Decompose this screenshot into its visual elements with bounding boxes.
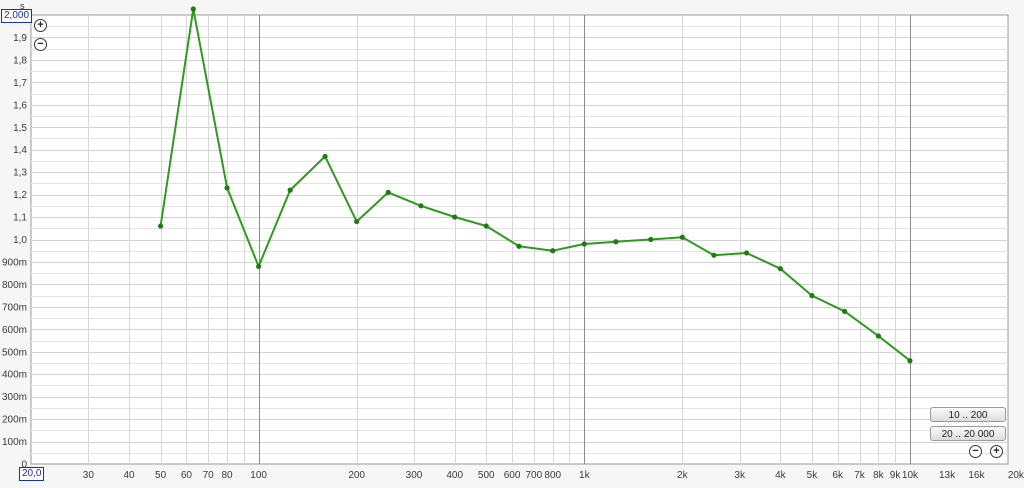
x-tick-label: 500 [478, 470, 495, 481]
rt60-chart: 1,9 1,8 1,7 1,6 1,5 1,4 1,3 1,2 1,1 1,0 900m 800m 70… [0, 0, 1024, 483]
data-point [516, 243, 522, 249]
y-tick-label: 1,2 [13, 190, 27, 201]
y-tick-label: 200m [2, 415, 27, 426]
x-tick-label: 20kHz [1008, 470, 1024, 481]
y-tick-label: 1,4 [13, 145, 27, 156]
x-tick-label: 4k [775, 470, 787, 481]
y-tick-label: 1,9 [13, 33, 27, 44]
x-tick-label: 2k [677, 470, 689, 481]
x-tick-label: 6k [832, 470, 844, 481]
data-point [907, 358, 913, 364]
x-tick-label: 800 [544, 470, 561, 481]
x-tick-label: 50 [155, 470, 167, 481]
data-point [648, 236, 654, 243]
y-max-field[interactable]: 2,000 [1, 9, 33, 23]
y-tick-label: 1,5 [13, 123, 27, 134]
range-20-20000-button[interactable]: 20 .. 20 000 [930, 426, 1006, 441]
y-tick-label: 1,6 [13, 100, 27, 111]
range-10-200-button[interactable]: 10 .. 200 [930, 407, 1006, 422]
zoom-in-icon[interactable]: + [34, 19, 47, 32]
x-tick-label: 300 [406, 470, 423, 481]
data-point [777, 266, 783, 272]
y-tick-label: 1,1 [13, 213, 27, 224]
y-tick-label: 1,3 [13, 168, 27, 179]
grid [30, 14, 1009, 465]
data-point [157, 223, 164, 229]
x-tick-label: 60 [181, 470, 193, 481]
x-tick-label: 3k [734, 470, 746, 481]
data-point [842, 308, 848, 314]
x-tick-label: 7k [854, 470, 866, 481]
x-tick-label: 1k [579, 470, 591, 481]
data-point [224, 185, 230, 191]
x-zoom-in-icon[interactable]: + [990, 445, 1003, 458]
x-tick-label: 13k [939, 470, 956, 481]
y-tick-label: 900m [2, 257, 27, 268]
data-point [743, 250, 750, 256]
y-tick-label: 1,7 [13, 78, 27, 89]
chart-plot: 1,9 1,8 1,7 1,6 1,5 1,4 1,3 1,2 1,1 1,0 900m 800m 70… [2, 6, 1024, 481]
x-tick-label: 16k [968, 470, 985, 481]
x-tick-label: 30 [83, 470, 95, 481]
data-point [287, 187, 293, 193]
data-point [550, 248, 556, 254]
x-tick-label: 700 [526, 470, 543, 481]
data-point [322, 153, 328, 160]
zoom-out-icon[interactable]: − [34, 38, 47, 51]
y-tick-label: 600m [2, 325, 27, 336]
x-tick-label: 100 [250, 470, 267, 481]
y-tick-label: 700m [2, 302, 27, 313]
data-point [418, 203, 424, 209]
data-point [256, 263, 262, 270]
data-point [809, 293, 815, 299]
data-point [354, 218, 360, 225]
x-tick-label: 70 [203, 470, 215, 481]
y-tick-label: 100m [2, 437, 27, 448]
x-tick-label: 80 [222, 470, 234, 481]
y-tick-label: 500m [2, 347, 27, 358]
data-point [581, 241, 587, 247]
x-tick-label: 200 [348, 470, 365, 481]
x-tick-label: 600 [504, 470, 521, 481]
data-point [875, 333, 882, 339]
y-tick-label: 1,8 [13, 55, 27, 66]
x-tick-label: 5k [807, 470, 819, 481]
x-tick-label: 40 [123, 470, 135, 481]
data-point [613, 239, 619, 245]
data-point [190, 6, 196, 12]
x-tick-label: 8k [873, 470, 885, 481]
data-point [385, 189, 391, 195]
data-point [452, 214, 458, 220]
y-tick-label: 800m [2, 280, 27, 291]
data-point [679, 234, 685, 240]
x-min-field[interactable]: 20,0 [19, 467, 45, 481]
x-tick-label: 400 [446, 470, 463, 481]
x-zoom-out-icon[interactable]: − [969, 445, 982, 458]
data-point [711, 252, 717, 258]
x-tick-label: 10k [902, 470, 919, 481]
data-point [483, 223, 489, 229]
x-tick-label: 9k [890, 470, 902, 481]
y-tick-label: 400m [2, 370, 27, 381]
y-tick-label: 1,0 [13, 235, 27, 246]
y-tick-label: 300m [2, 392, 27, 403]
